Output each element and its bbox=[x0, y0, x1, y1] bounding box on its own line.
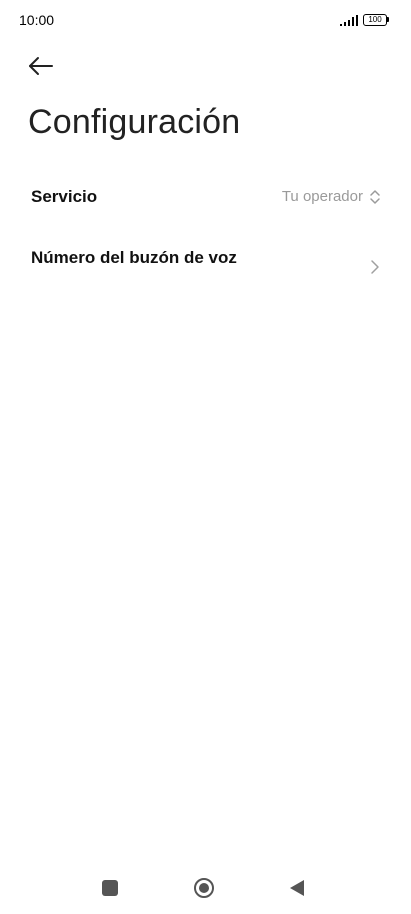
status-bar: 10:00 100 bbox=[0, 0, 411, 40]
circle-icon[interactable] bbox=[193, 877, 215, 899]
battery-level: 100 bbox=[363, 14, 387, 26]
arrow-left-icon bbox=[29, 57, 53, 75]
navigation-bar bbox=[0, 860, 411, 914]
service-value: Tu operador bbox=[281, 188, 363, 205]
voicemail-number-label: Número del buzón de voz bbox=[31, 248, 237, 267]
voicemail-number-row[interactable]: Número del buzón de voz bbox=[0, 228, 411, 308]
back-button[interactable] bbox=[24, 50, 58, 84]
up-down-chevron-icon bbox=[370, 190, 380, 204]
status-time: 10:00 bbox=[19, 12, 55, 28]
battery-icon: 100 bbox=[363, 14, 389, 26]
triangle-back-icon[interactable] bbox=[289, 879, 305, 897]
battery-tip bbox=[387, 17, 389, 22]
square-icon[interactable] bbox=[102, 880, 118, 896]
service-setting-row[interactable]: Servicio Tu operador bbox=[0, 168, 411, 226]
service-label: Servicio bbox=[31, 187, 98, 206]
page-title: Configuración bbox=[28, 103, 241, 141]
chevron-right-icon bbox=[371, 260, 379, 274]
signal-icon bbox=[340, 15, 358, 26]
